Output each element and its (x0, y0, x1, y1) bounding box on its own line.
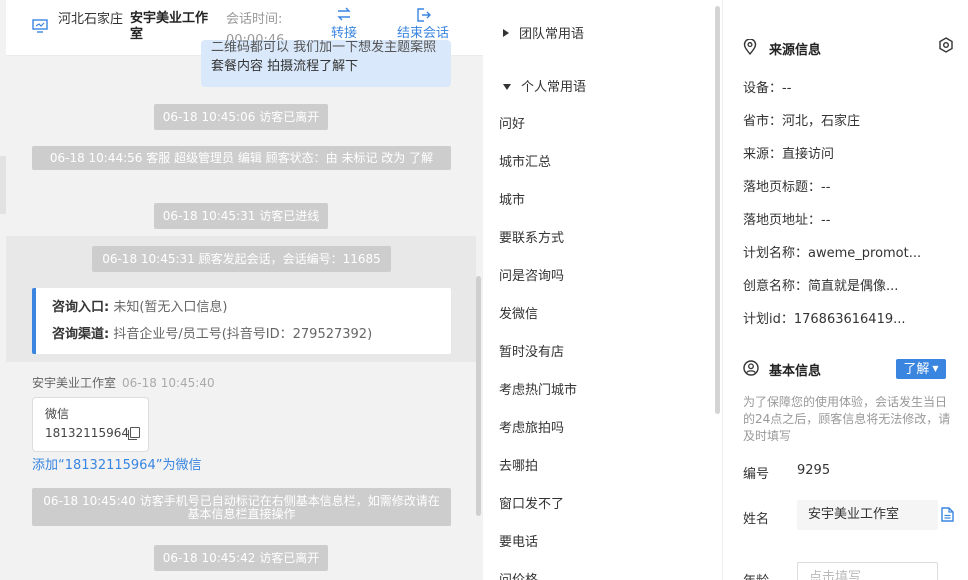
source-info-row: 来源：直接访问 (743, 147, 835, 162)
dropdown-caret-icon: ▼ (932, 364, 939, 373)
system-message: 06-18 10:45:42 访客已离开 (154, 545, 328, 571)
transfer-button[interactable]: 转接 (324, 7, 364, 43)
consult-entry-label: 咨询入口: (52, 300, 110, 315)
sender-name: 安宇美业工作室 (32, 376, 117, 390)
chat-scrollbar[interactable] (476, 276, 481, 516)
phrase-item[interactable]: 发微信 (499, 303, 538, 322)
message-sender: 安宇美业工作室 06-18 10:45:40 (32, 374, 215, 391)
studio-name: 安宇美业工作室 (130, 11, 209, 42)
phrase-item[interactable]: 问好 (499, 113, 525, 132)
wechat-number: 18132115964 (45, 426, 129, 440)
system-message: 06-18 10:44:56 客服 超级管理员 编辑 顾客状态：由 未标记 改为… (32, 146, 451, 170)
document-icon[interactable] (941, 507, 954, 522)
caret-down-icon (503, 84, 511, 90)
consult-entry-value: 未知(暂无入口信息) (113, 300, 228, 315)
visitor-location: 河北石家庄 (58, 12, 124, 27)
system-message: 06-18 10:45:31 顾客发起会话，会话编号：11685 (92, 246, 391, 272)
consult-info-card: 咨询入口: 未知(暂无入口信息) 咨询渠道: 抖音企业号/员工号(抖音号ID：2… (32, 288, 451, 354)
quick-phrases-panel: 团队常用语 个人常用语 问好 城市汇总 城市 要联系方式 问是咨询吗 发微信 暂… (483, 0, 723, 580)
consult-channel: 咨询渠道: 抖音企业号/员工号(抖音号ID：279527392) (52, 321, 451, 348)
add-wechat-link[interactable]: 添加“18132115964”为微信 (32, 454, 201, 473)
location-pin-icon (743, 39, 757, 55)
phrase-item[interactable]: 问价格 (499, 569, 538, 580)
phrase-item[interactable]: 去哪拍 (499, 455, 538, 474)
outgoing-line-2: 套餐内容 拍摄流程了解下 (211, 59, 359, 74)
edit-notice: 为了保障您的使用体验，会话发生当日的24点之后，顾客信息将无法修改，请及时填写 (743, 395, 951, 443)
source-info-row: 省市：河北，石家庄 (743, 114, 861, 129)
status-dropdown[interactable]: 了解 ▼ (896, 359, 946, 379)
source-info-row: 落地页标题：-- (743, 180, 831, 195)
phrase-item[interactable]: 问是咨询吗 (499, 265, 564, 284)
phrase-item[interactable]: 要联系方式 (499, 227, 564, 246)
name-field[interactable]: 安宇美业工作室 (797, 500, 938, 530)
age-input[interactable] (797, 562, 938, 580)
phrase-item[interactable]: 暂时没有店 (499, 341, 564, 360)
team-phrases-label: 团队常用语 (519, 27, 585, 42)
phrase-item[interactable]: 城市汇总 (499, 151, 551, 170)
end-session-button[interactable]: 结束会话 (390, 7, 456, 43)
wechat-card-number-row: 18132115964 (45, 424, 148, 443)
copy-icon[interactable] (127, 427, 140, 440)
monitor-icon (32, 19, 48, 33)
system-message: 06-18 10:45:06 访客已离开 (154, 104, 328, 130)
personal-phrases-group[interactable]: 个人常用语 (503, 76, 586, 95)
exit-icon (390, 7, 456, 25)
transfer-icon (324, 7, 364, 25)
settings-icon[interactable] (938, 37, 954, 53)
age-label: 年龄 (743, 570, 769, 580)
phrases-scrollbar[interactable] (715, 6, 720, 414)
chat-panel: 河北石家庄 安宇美业工作室 会话时间: 00:00:46 转接 结束会话 二维码… (0, 0, 483, 580)
phrase-item[interactable]: 城市 (499, 189, 525, 208)
source-info-row: 计划id：176863616419... (743, 312, 906, 327)
name-label: 姓名 (743, 512, 770, 527)
phrase-item[interactable]: 考虑旅拍吗 (499, 417, 564, 436)
sender-time: 06-18 10:45:40 (122, 376, 215, 390)
source-info-row: 计划名称：aweme_promot... (743, 246, 922, 261)
caret-right-icon (503, 29, 509, 37)
id-label: 编号 (743, 467, 770, 482)
system-message: 06-18 10:45:40 访客手机号已自动标记在右侧基本信息栏，如需修改请在… (32, 488, 451, 526)
customer-info-panel: 来源信息 设备：-- 省市：河北，石家庄 来源：直接访问 落地页标题：-- 落地… (723, 0, 968, 580)
consult-entry: 咨询入口: 未知(暂无入口信息) (52, 294, 451, 321)
outgoing-message: 二维码都可以 我们加一下想发主题案照 套餐内容 拍摄流程了解下 (201, 40, 451, 87)
wechat-card-title: 微信 (45, 407, 70, 421)
chat-workspace: 河北石家庄 安宇美业工作室 会话时间: 00:00:46 转接 结束会话 二维码… (0, 0, 968, 580)
phrase-item[interactable]: 要电话 (499, 531, 538, 550)
source-info-row: 创意名称：简直就是偶像... (743, 279, 899, 294)
panel-edge-handle[interactable] (0, 156, 6, 214)
outgoing-line-1: 二维码都可以 我们加一下想发主题案照 (211, 40, 437, 55)
personal-phrases-label: 个人常用语 (521, 80, 587, 95)
consult-channel-label: 咨询渠道: (52, 327, 110, 342)
system-message: 06-18 10:45:31 访客已进线 (154, 203, 328, 229)
consult-channel-value: 抖音企业号/员工号(抖音号ID：279527392) (113, 327, 373, 342)
phrase-item[interactable]: 窗口发不了 (499, 493, 564, 512)
phrase-item[interactable]: 考虑热门城市 (499, 379, 577, 398)
wechat-card: 微信 18132115964 (32, 397, 149, 452)
basic-info-title: 基本信息 (769, 364, 822, 379)
user-circle-icon (743, 360, 759, 376)
source-info-row: 落地页地址：-- (743, 213, 831, 228)
status-dropdown-label: 了解 (903, 362, 930, 377)
source-info-title: 来源信息 (769, 43, 822, 58)
source-info-row: 设备：-- (743, 81, 792, 96)
team-phrases-group[interactable]: 团队常用语 (503, 23, 584, 42)
session-time-label: 会话时间: (226, 12, 283, 27)
id-value: 9295 (797, 463, 831, 478)
